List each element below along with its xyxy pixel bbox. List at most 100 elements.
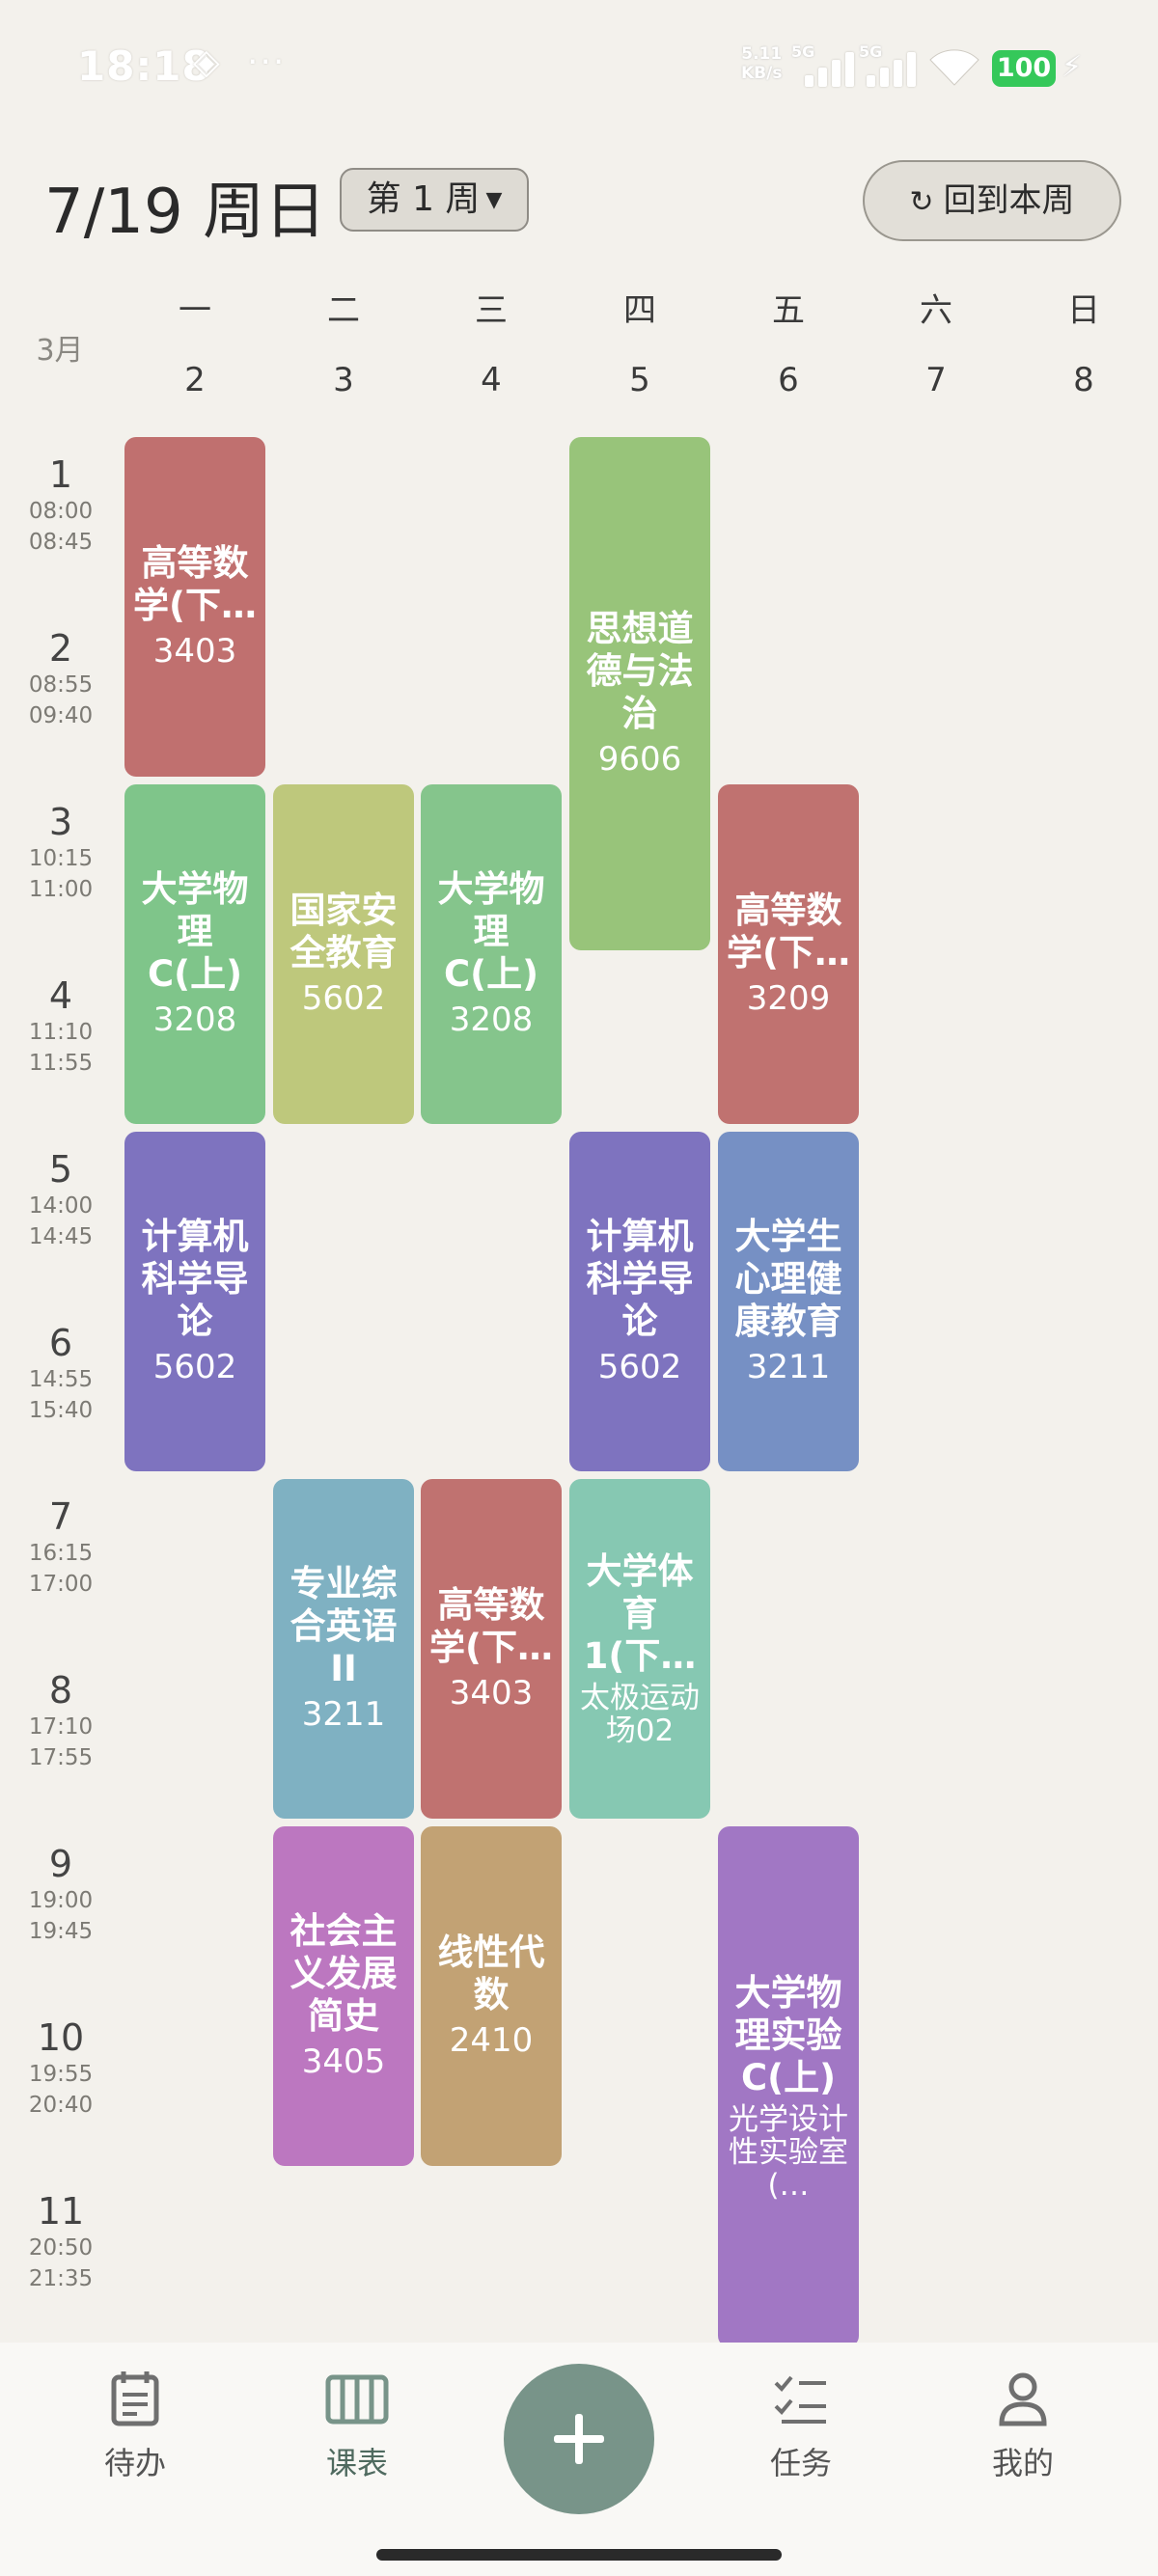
back-to-this-week-button[interactable]: ↻ 回到本周 bbox=[863, 160, 1121, 241]
period-number: 6 bbox=[48, 1322, 73, 1364]
signal-icon: 5G bbox=[791, 42, 859, 87]
period-end: 11:00 bbox=[28, 877, 94, 902]
period-label: 10 19:55 20:40 bbox=[19, 2016, 102, 2121]
period-end: 15:40 bbox=[28, 1398, 94, 1423]
period-start: 20:50 bbox=[28, 2235, 94, 2261]
day-date: 6 bbox=[778, 361, 799, 399]
course-room: 3403 bbox=[449, 1674, 534, 1713]
network-speed-unit: KB/s bbox=[741, 64, 783, 83]
course-name: 思想道德与法治 bbox=[586, 608, 694, 734]
period-number: 8 bbox=[48, 1669, 73, 1712]
day-date: 7 bbox=[925, 361, 947, 399]
network-speed: 5.11 KB/s bbox=[741, 44, 782, 83]
period-end: 17:00 bbox=[28, 1572, 94, 1597]
nav-tasks[interactable]: 任务 bbox=[724, 2370, 878, 2483]
nav-mine[interactable]: 我的 bbox=[946, 2370, 1100, 2483]
caret-down-icon: ▼ bbox=[485, 188, 503, 212]
course-room: 3403 bbox=[152, 632, 237, 671]
course-name: 大学物理C(上) bbox=[141, 868, 249, 995]
period-end: 14:45 bbox=[28, 1224, 94, 1249]
period-start: 08:00 bbox=[28, 499, 94, 524]
period-start: 19:00 bbox=[28, 1888, 94, 1913]
course-block[interactable]: 计算机科学导论 5602 bbox=[124, 1132, 265, 1471]
course-block[interactable]: 大学体育1(下… 太极运动场02 bbox=[569, 1479, 710, 1819]
period-start: 16:15 bbox=[28, 1541, 94, 1566]
course-name: 大学生心理健康教育 bbox=[734, 1216, 842, 1342]
course-name: 大学体育1(下… bbox=[583, 1550, 697, 1677]
period-start: 10:15 bbox=[28, 846, 94, 871]
course-name: 线性代数 bbox=[437, 1932, 545, 2015]
course-room: 2410 bbox=[449, 2021, 534, 2060]
home-indicator[interactable] bbox=[376, 2549, 782, 2561]
back-to-this-week-label: 回到本周 bbox=[943, 181, 1075, 220]
day-header: 一2 bbox=[127, 289, 262, 401]
period-number: 2 bbox=[48, 627, 73, 670]
course-block[interactable]: 大学物理实验C(上) 光学设计性实验室(… bbox=[718, 1826, 859, 2347]
nav-timetable-label: 课表 bbox=[325, 2445, 388, 2481]
period-start: 11:10 bbox=[28, 1020, 94, 1045]
timetable-icon bbox=[325, 2374, 389, 2425]
add-button[interactable] bbox=[504, 2364, 654, 2514]
day-date: 3 bbox=[333, 361, 354, 399]
period-start: 14:00 bbox=[28, 1193, 94, 1219]
course-room: 5602 bbox=[152, 1348, 237, 1386]
course-name: 计算机科学导论 bbox=[141, 1216, 249, 1342]
course-block[interactable]: 高等数学(下… 3403 bbox=[421, 1479, 562, 1819]
period-number: 7 bbox=[48, 1495, 73, 1538]
week-selector[interactable]: 第 1 周 ▼ bbox=[340, 168, 529, 232]
course-block[interactable]: 高等数学(下… 3403 bbox=[124, 437, 265, 777]
weekday: 日 bbox=[1067, 291, 1100, 330]
period-start: 14:55 bbox=[28, 1367, 94, 1392]
course-room: 光学设计性实验室(… bbox=[729, 2102, 848, 2203]
nav-todo[interactable]: 待办 bbox=[58, 2370, 212, 2483]
course-room: 3405 bbox=[301, 2042, 386, 2081]
day-header: 三4 bbox=[424, 289, 559, 401]
period-number: 4 bbox=[48, 974, 73, 1017]
wifi-icon bbox=[926, 46, 982, 96]
refresh-icon: ↻ bbox=[909, 185, 934, 219]
course-block[interactable]: 社会主义发展简史 3405 bbox=[273, 1826, 414, 2166]
weekday: 二 bbox=[327, 291, 360, 330]
period-end: 17:55 bbox=[28, 1745, 94, 1770]
course-name: 高等数学(下… bbox=[133, 542, 257, 626]
period-number: 10 bbox=[37, 2016, 85, 2059]
period-number: 11 bbox=[37, 2190, 85, 2233]
period-label: 8 17:10 17:55 bbox=[19, 1669, 102, 1773]
course-room: 3209 bbox=[746, 979, 831, 1018]
course-block[interactable]: 思想道德与法治 9606 bbox=[569, 437, 710, 950]
status-time: 18:18 bbox=[77, 42, 211, 90]
nfc-icon: ◈ bbox=[193, 42, 220, 82]
course-room: 5602 bbox=[597, 1348, 682, 1386]
course-room: 太极运动场02 bbox=[580, 1681, 700, 1748]
day-date: 5 bbox=[629, 361, 650, 399]
course-block[interactable]: 国家安全教育 5602 bbox=[273, 784, 414, 1124]
course-room: 3208 bbox=[449, 1000, 534, 1039]
week-selector-label: 第 1 周 bbox=[366, 179, 481, 219]
weekday: 六 bbox=[920, 291, 952, 330]
course-name: 高等数学(下… bbox=[429, 1584, 553, 1668]
charging-bolt-icon: ⚡ bbox=[1062, 50, 1083, 84]
nav-todo-label: 待办 bbox=[103, 2445, 166, 2481]
day-header: 日8 bbox=[1016, 289, 1151, 401]
page-title: 7/19 周日 bbox=[44, 177, 327, 248]
battery-icon: 100 bbox=[992, 50, 1056, 87]
course-block[interactable]: 计算机科学导论 5602 bbox=[569, 1132, 710, 1471]
course-name: 社会主义发展简史 bbox=[290, 1910, 398, 2037]
day-date: 2 bbox=[184, 361, 206, 399]
course-block[interactable]: 大学物理C(上) 3208 bbox=[421, 784, 562, 1124]
todo-list-icon bbox=[111, 2371, 159, 2426]
signal-label: 5G bbox=[859, 42, 883, 61]
course-block[interactable]: 大学物理C(上) 3208 bbox=[124, 784, 265, 1124]
nav-timetable[interactable]: 课表 bbox=[280, 2370, 434, 2483]
period-label: 9 19:00 19:45 bbox=[19, 1843, 102, 1947]
day-date: 8 bbox=[1073, 361, 1094, 399]
nav-tasks-label: 任务 bbox=[769, 2445, 832, 2481]
course-block[interactable]: 高等数学(下… 3209 bbox=[718, 784, 859, 1124]
course-block[interactable]: 专业综合英语II 3211 bbox=[273, 1479, 414, 1819]
weekday: 四 bbox=[623, 291, 656, 330]
course-block[interactable]: 线性代数 2410 bbox=[421, 1826, 562, 2166]
course-room: 3211 bbox=[301, 1695, 386, 1734]
course-name: 大学物理实验C(上) bbox=[734, 1972, 842, 2098]
period-label: 3 10:15 11:00 bbox=[19, 801, 102, 905]
course-block[interactable]: 大学生心理健康教育 3211 bbox=[718, 1132, 859, 1471]
